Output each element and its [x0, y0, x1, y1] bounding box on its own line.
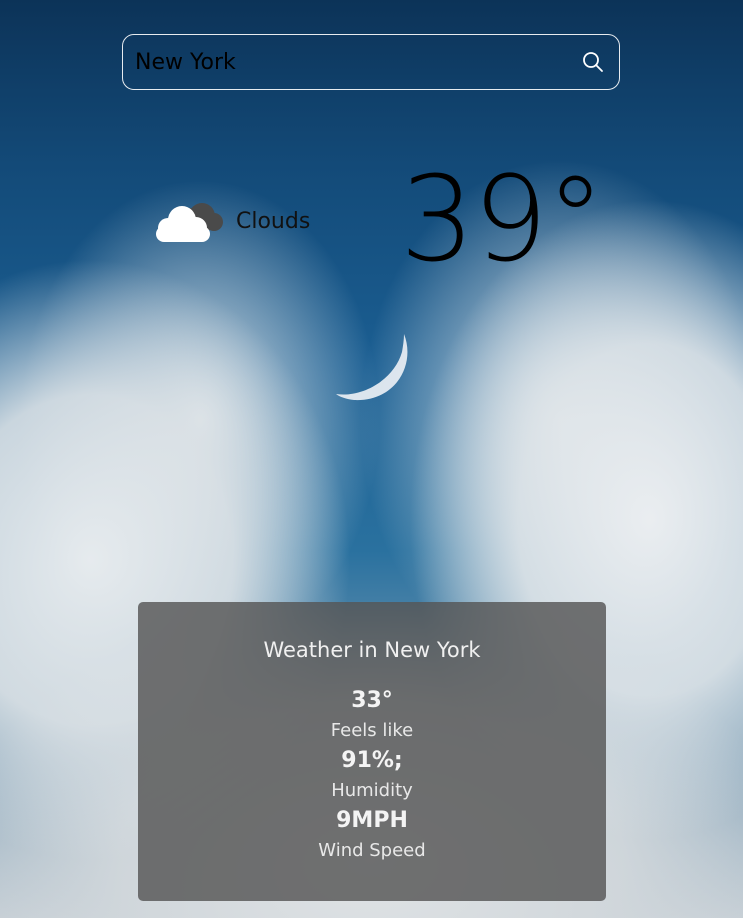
search-input[interactable]	[135, 49, 579, 75]
moon-decoration	[336, 334, 408, 401]
feels-like-label: Feels like	[330, 720, 414, 741]
weather-details-card: Weather in New York 33° Feels like 91%; …	[138, 602, 606, 901]
humidity-value: 91%;	[341, 748, 403, 773]
feels-like-value: 33°	[351, 688, 393, 713]
humidity-label: Humidity	[331, 780, 413, 801]
wind-speed-label: Wind Speed	[318, 840, 426, 861]
search-bar	[122, 34, 620, 90]
wind-speed-value: 9MPH	[336, 808, 408, 833]
weather-condition: Clouds	[152, 196, 310, 246]
details-heading: Weather in New York	[263, 638, 481, 662]
details-stats: 33° Feels like 91%; Humidity 9MPH Wind S…	[138, 686, 606, 866]
current-temperature: 39°	[399, 150, 605, 288]
condition-label: Clouds	[236, 208, 311, 234]
search-button[interactable]	[579, 48, 607, 76]
cloud-icon	[156, 203, 223, 242]
search-icon	[583, 52, 603, 72]
